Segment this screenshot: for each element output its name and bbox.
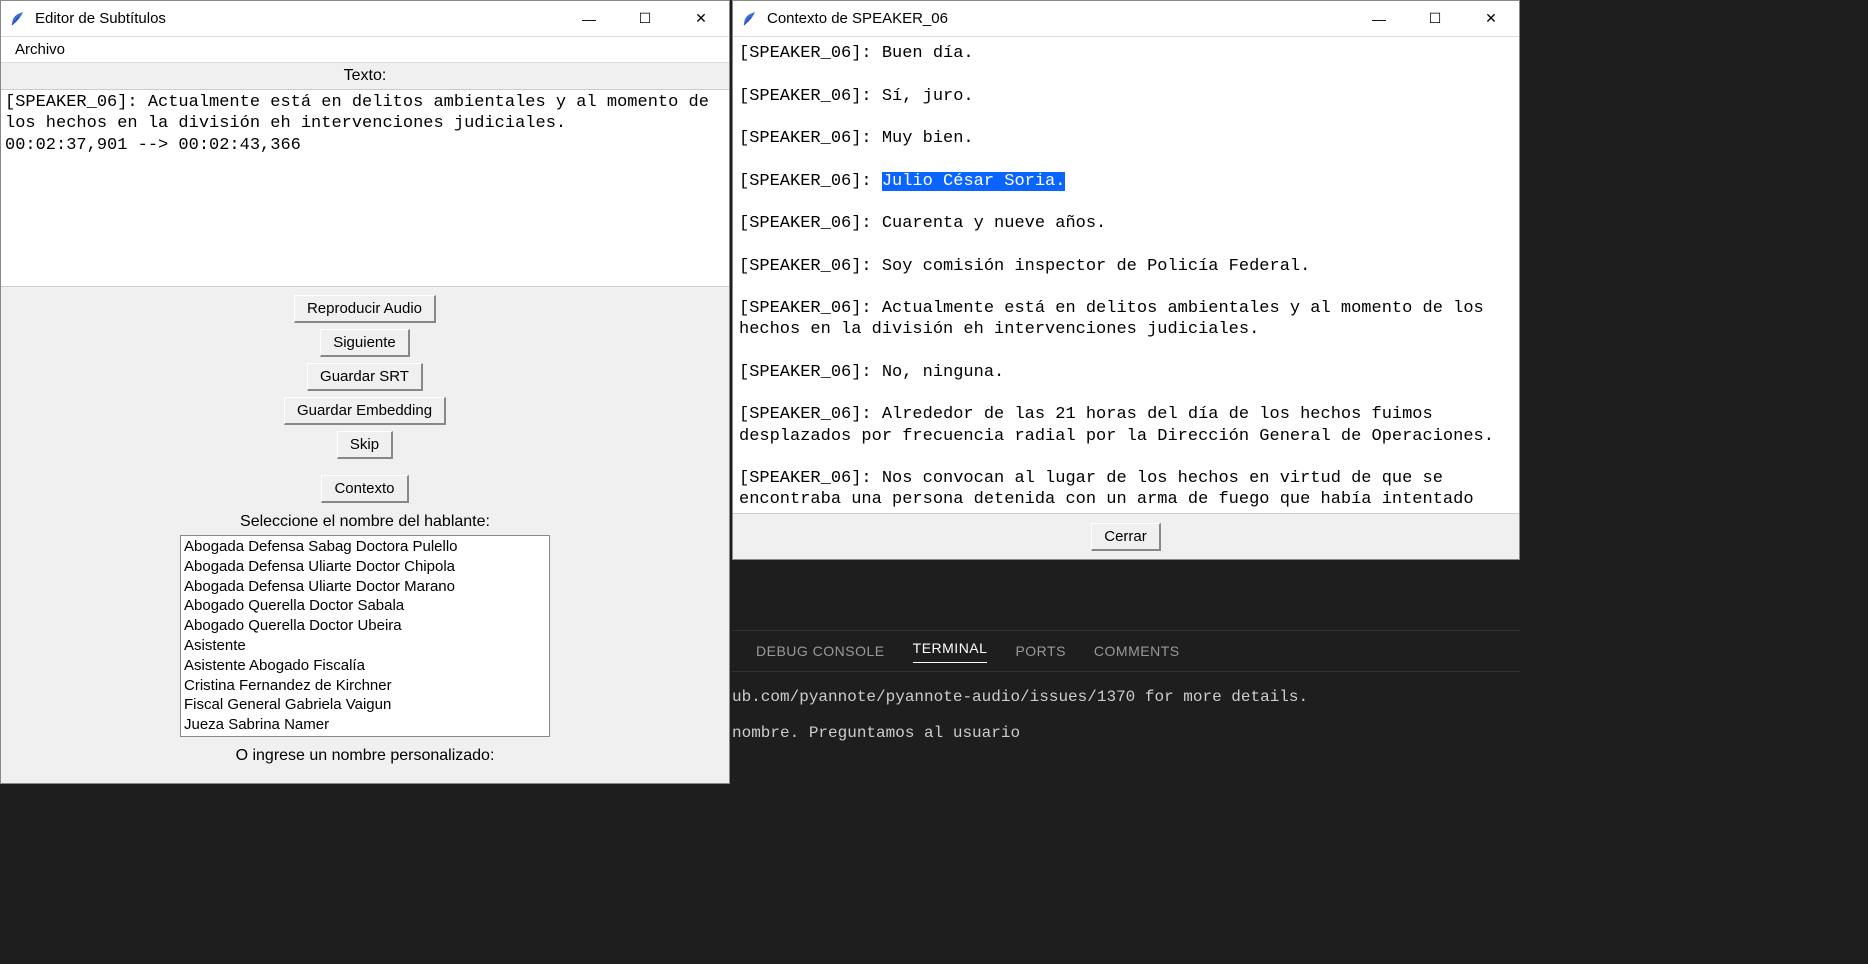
label-texto: Texto: bbox=[1, 63, 729, 89]
tab-comments[interactable]: COMMENTS bbox=[1094, 643, 1180, 659]
context-after: [SPEAKER_06]: Cuarenta y nueve años. [SP… bbox=[739, 214, 1494, 513]
editor-menubar: Archivo bbox=[1, 37, 729, 63]
editor-button-stack: Reproducir Audio Siguiente Guardar SRT G… bbox=[1, 287, 729, 503]
play-audio-button[interactable]: Reproducir Audio bbox=[294, 295, 436, 323]
context-titlebar[interactable]: Contexto de SPEAKER_06 — ☐ ✕ bbox=[733, 1, 1519, 37]
menu-archivo[interactable]: Archivo bbox=[7, 39, 73, 60]
editor-window-title: Editor de Subtítulos bbox=[35, 10, 561, 27]
minimize-button[interactable]: — bbox=[1351, 1, 1407, 36]
editor-titlebar[interactable]: Editor de Subtítulos — ☐ ✕ bbox=[1, 1, 729, 37]
terminal-output[interactable]: ub.com/pyannote/pyannote-audio/issues/13… bbox=[732, 672, 1520, 742]
context-window: Contexto de SPEAKER_06 — ☐ ✕ [SPEAKER_06… bbox=[732, 0, 1520, 560]
vscode-panel: DEBUG CONSOLE TERMINAL PORTS COMMENTS ub… bbox=[732, 630, 1520, 964]
skip-button[interactable]: Skip bbox=[337, 431, 393, 459]
list-item[interactable]: Jueza Sabrina Namer bbox=[184, 715, 546, 735]
context-button[interactable]: Contexto bbox=[321, 475, 408, 503]
context-highlight: Julio César Soria. bbox=[882, 172, 1066, 191]
context-text-area[interactable]: [SPEAKER_06]: Buen día. [SPEAKER_06]: Sí… bbox=[733, 37, 1519, 513]
terminal-line: ub.com/pyannote/pyannote-audio/issues/13… bbox=[732, 688, 1308, 706]
list-item[interactable]: Asistente bbox=[184, 636, 546, 656]
label-custom-name: O ingrese un nombre personalizado: bbox=[1, 743, 729, 769]
list-item[interactable]: Abogado Querella Doctor Ubeira bbox=[184, 616, 546, 636]
speaker-listbox[interactable]: Abogada Defensa Sabag Doctora PulelloAbo… bbox=[180, 535, 550, 737]
subtitle-text-area[interactable]: [SPEAKER_06]: Actualmente está en delito… bbox=[1, 89, 729, 287]
list-item[interactable]: Cristina Fernandez de Kirchner bbox=[184, 676, 546, 696]
context-bottom-bar: Cerrar bbox=[733, 513, 1519, 559]
context-before: [SPEAKER_06]: Buen día. [SPEAKER_06]: Sí… bbox=[739, 44, 974, 191]
close-button[interactable]: ✕ bbox=[1463, 1, 1519, 36]
tk-feather-icon bbox=[9, 11, 25, 27]
save-embedding-button[interactable]: Guardar Embedding bbox=[284, 397, 446, 425]
tk-feather-icon bbox=[741, 11, 757, 27]
list-item[interactable]: Abogada Defensa Uliarte Doctor Marano bbox=[184, 577, 546, 597]
list-item[interactable]: Fiscal General Gabriela Vaigun bbox=[184, 695, 546, 715]
vscode-panel-tabs: DEBUG CONSOLE TERMINAL PORTS COMMENTS bbox=[732, 630, 1520, 672]
editor-window: Editor de Subtítulos — ☐ ✕ Archivo Texto… bbox=[0, 0, 730, 784]
list-item[interactable]: Abogado Querella Doctor Sabala bbox=[184, 596, 546, 616]
label-select-speaker: Seleccione el nombre del hablante: bbox=[1, 509, 729, 535]
next-button[interactable]: Siguiente bbox=[320, 329, 410, 357]
minimize-button[interactable]: — bbox=[561, 1, 617, 36]
save-srt-button[interactable]: Guardar SRT bbox=[307, 363, 423, 391]
maximize-button[interactable]: ☐ bbox=[1407, 1, 1463, 36]
tab-terminal[interactable]: TERMINAL bbox=[913, 640, 988, 663]
terminal-line: nombre. Preguntamos al usuario bbox=[732, 724, 1020, 742]
context-close-button[interactable]: Cerrar bbox=[1091, 523, 1161, 551]
context-window-title: Contexto de SPEAKER_06 bbox=[767, 10, 1351, 27]
close-button[interactable]: ✕ bbox=[673, 1, 729, 36]
list-item[interactable]: Asistente Abogado Fiscalía bbox=[184, 656, 546, 676]
list-item[interactable]: Abogada Defensa Uliarte Doctor Chipola bbox=[184, 557, 546, 577]
maximize-button[interactable]: ☐ bbox=[617, 1, 673, 36]
tab-ports[interactable]: PORTS bbox=[1015, 643, 1065, 659]
tab-debug-console[interactable]: DEBUG CONSOLE bbox=[756, 643, 885, 659]
list-item[interactable]: Abogada Defensa Sabag Doctora Pulello bbox=[184, 537, 546, 557]
